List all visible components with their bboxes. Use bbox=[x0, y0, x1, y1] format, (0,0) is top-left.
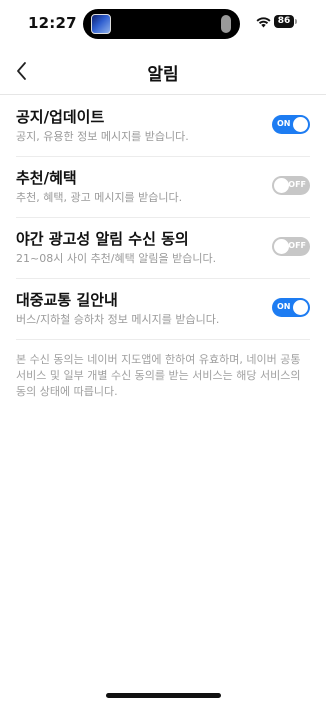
toggle-knob bbox=[293, 117, 308, 132]
toggle-state-label: OFF bbox=[288, 180, 306, 189]
dynamic-island bbox=[83, 9, 240, 39]
transit-guidance-toggle[interactable]: ON bbox=[272, 298, 310, 317]
setting-description: 추천, 혜택, 광고 메시지를 받습니다. bbox=[16, 191, 183, 204]
consent-footnote: 본 수신 동의는 네이버 지도앱에 한하여 유효하며, 네이버 공통 서비스 및… bbox=[16, 353, 301, 398]
notification-settings-list: 공지/업데이트 공지, 유용한 정보 메시지를 받습니다. ON 추천/혜택 추… bbox=[16, 96, 310, 340]
setting-description: 버스/지하철 승하차 정보 메시지를 받습니다. bbox=[16, 313, 220, 326]
setting-row-transit-guidance: 대중교통 길안내 버스/지하철 승하차 정보 메시지를 받습니다. ON bbox=[16, 279, 310, 340]
page-title: 알림 bbox=[147, 65, 179, 85]
now-playing-thumbnail bbox=[91, 14, 111, 34]
setting-row-notice-update: 공지/업데이트 공지, 유용한 정보 메시지를 받습니다. ON bbox=[16, 96, 310, 157]
setting-title: 공지/업데이트 bbox=[16, 108, 105, 126]
setting-title: 추천/혜택 bbox=[16, 169, 77, 187]
nav-bar: 알림 bbox=[0, 48, 326, 95]
setting-title: 야간 광고성 알림 수신 동의 bbox=[16, 230, 189, 248]
toggle-knob bbox=[274, 239, 289, 254]
setting-description: 공지, 유용한 정보 메시지를 받습니다. bbox=[16, 130, 189, 143]
island-indicator bbox=[221, 15, 231, 33]
toggle-state-label: ON bbox=[277, 302, 291, 311]
toggle-knob bbox=[274, 178, 289, 193]
home-indicator[interactable] bbox=[106, 693, 221, 698]
status-time: 12:27 bbox=[28, 14, 77, 32]
setting-title: 대중교통 길안내 bbox=[16, 291, 118, 309]
status-bar: 12:27 86 bbox=[0, 0, 326, 48]
setting-row-night-ad-consent: 야간 광고성 알림 수신 동의 21~08시 사이 추천/혜택 알림을 받습니다… bbox=[16, 218, 310, 279]
night-ad-consent-toggle[interactable]: OFF bbox=[272, 237, 310, 256]
toggle-state-label: OFF bbox=[288, 241, 306, 250]
wifi-icon bbox=[256, 17, 271, 28]
battery-icon: 86 bbox=[274, 15, 294, 28]
toggle-state-label: ON bbox=[277, 119, 291, 128]
notice-update-toggle[interactable]: ON bbox=[272, 115, 310, 134]
recommend-benefit-toggle[interactable]: OFF bbox=[272, 176, 310, 195]
setting-row-recommend-benefit: 추천/혜택 추천, 혜택, 광고 메시지를 받습니다. OFF bbox=[16, 157, 310, 218]
setting-description: 21~08시 사이 추천/혜택 알림을 받습니다. bbox=[16, 252, 217, 265]
battery-cap bbox=[295, 19, 297, 24]
toggle-knob bbox=[293, 300, 308, 315]
